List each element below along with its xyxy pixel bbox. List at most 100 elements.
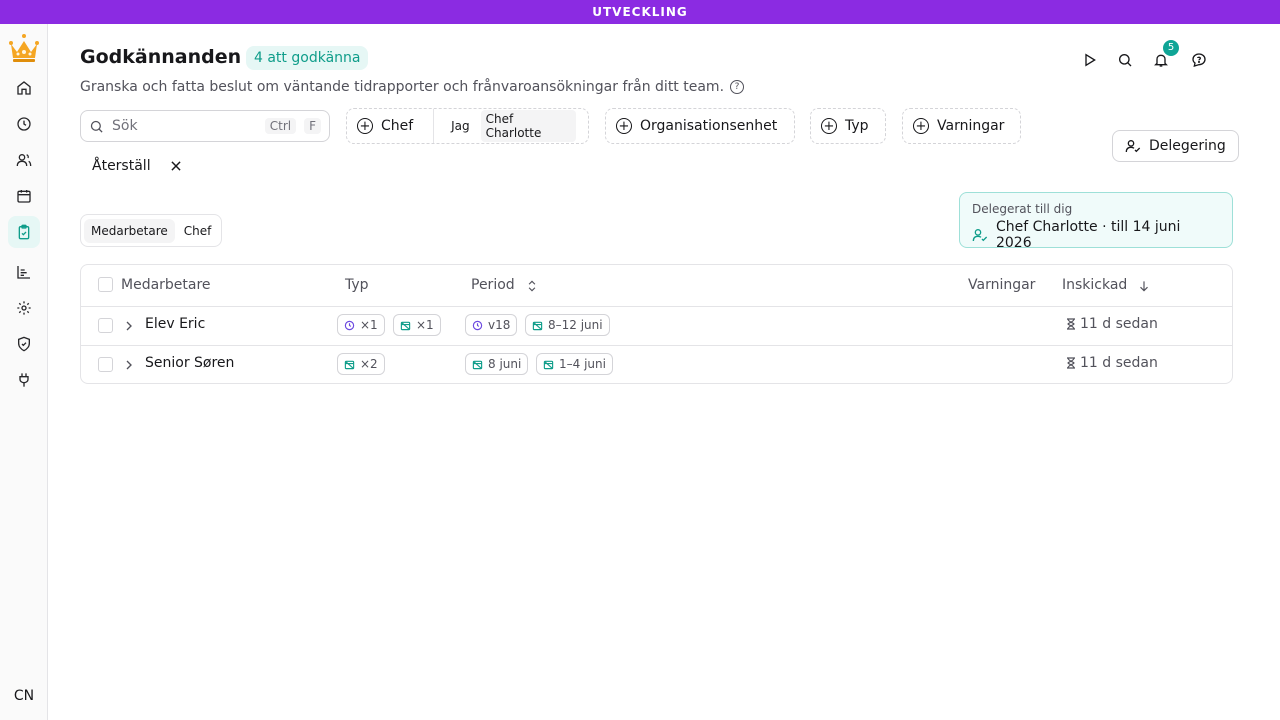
period-tag-label: 8 juni	[488, 357, 522, 371]
org-unit-filter-label: Organisationsenhet	[640, 118, 778, 134]
org-unit-filter-button[interactable]: + Organisationsenhet	[606, 109, 787, 143]
main-content: Godkännanden 4 att godkänna Granska och …	[48, 24, 1280, 720]
bar-chart-icon	[17, 266, 30, 279]
plus-circle-icon: +	[357, 118, 373, 134]
sidebar-item-integrations[interactable]	[8, 364, 40, 396]
column-header-employee: Medarbetare	[121, 277, 211, 293]
toggle-manager[interactable]: Chef	[177, 219, 219, 243]
submitted-cell: 11 d sedan	[1066, 355, 1158, 371]
chef-filter-button[interactable]: + Chef	[347, 109, 433, 143]
search-icon	[90, 120, 103, 133]
chef-filter-label: Chef	[381, 118, 414, 134]
help-icon[interactable]: ?	[730, 80, 745, 94]
type-filter-button[interactable]: + Typ	[811, 109, 879, 143]
sidebar-item-settings[interactable]	[8, 292, 40, 324]
chef-filter-chip[interactable]: + Chef Jag Chef Charlotte	[346, 108, 589, 144]
play-icon	[1085, 53, 1096, 67]
column-header-submitted-label: Inskickad	[1062, 277, 1128, 293]
chevron-right-icon[interactable]	[121, 318, 137, 334]
period-tag-dates: 1–4 juni	[536, 353, 613, 375]
type-tag-absence: ×1	[393, 314, 441, 336]
type-tag-label: ×1	[416, 318, 434, 332]
period-tag-dates: 8–12 juni	[525, 314, 610, 336]
type-tag-label: ×2	[360, 357, 378, 371]
clipboard-check-icon	[18, 224, 30, 240]
chef-option-selected[interactable]: Chef Charlotte	[480, 110, 576, 142]
calendar-off-icon	[532, 321, 543, 330]
home-icon	[17, 81, 31, 95]
period-tag-week: v18	[465, 314, 518, 336]
sidebar-item-time[interactable]	[8, 108, 40, 140]
clock-icon	[17, 117, 31, 131]
chevron-right-icon[interactable]	[121, 357, 137, 373]
warnings-filter-chip[interactable]: + Varningar	[902, 108, 1021, 144]
period-tag-dates: 8 juni	[465, 353, 529, 375]
gear-icon	[17, 301, 31, 315]
type-tag-absence: ×2	[337, 353, 385, 375]
search-field[interactable]: Ctrl F	[80, 110, 330, 142]
clock-icon	[472, 320, 483, 330]
type-filter-label: Typ	[845, 118, 869, 134]
page-title: Godkännanden	[80, 46, 242, 68]
warnings-filter-button[interactable]: + Varningar	[903, 109, 1014, 143]
search-input[interactable]	[112, 118, 257, 134]
page-subtitle: Granska och fatta beslut om väntande tid…	[80, 79, 745, 95]
view-toggle: Medarbetare Chef	[80, 214, 223, 247]
kbd-ctrl: Ctrl	[264, 118, 297, 134]
column-header-type: Typ	[345, 277, 369, 293]
user-check-icon	[1125, 140, 1141, 153]
sidebar-item-home[interactable]	[8, 72, 40, 104]
notification-count-badge: 5	[1163, 40, 1179, 56]
period-tag-label: 8–12 juni	[548, 318, 603, 332]
approvals-table: Medarbetare Typ Period Varningar Inskick…	[80, 264, 1233, 384]
help-chat-button[interactable]	[1187, 48, 1211, 72]
column-header-warnings: Varningar	[968, 277, 1036, 293]
sidebar-item-approvals[interactable]	[8, 216, 40, 248]
sort-updown-icon	[528, 280, 535, 291]
chat-help-icon	[1192, 53, 1206, 67]
period-tag-label: v18	[488, 318, 511, 332]
kbd-f: F	[304, 118, 321, 134]
notifications-button[interactable]: 5	[1149, 40, 1179, 72]
pending-count-badge: 4 att godkänna	[246, 46, 369, 70]
column-header-period[interactable]: Period	[471, 265, 539, 306]
select-all-checkbox[interactable]	[98, 277, 113, 292]
play-button[interactable]	[1078, 48, 1102, 72]
delegation-button[interactable]: Delegering	[1112, 130, 1239, 162]
environment-banner: UTVECKLING	[0, 0, 1280, 24]
toggle-employee[interactable]: Medarbetare	[84, 218, 175, 243]
type-tag-time: ×1	[337, 314, 385, 336]
column-header-submitted[interactable]: Inskickad	[1062, 265, 1151, 306]
warnings-filter-label: Varningar	[937, 118, 1005, 134]
sidebar: CN	[0, 24, 48, 720]
sidebar-item-security[interactable]	[8, 328, 40, 360]
calendar-off-icon	[344, 360, 355, 369]
delegation-button-label: Delegering	[1149, 138, 1226, 154]
calendar-off-icon	[400, 321, 411, 330]
sidebar-item-people[interactable]	[8, 144, 40, 176]
search-icon	[1119, 54, 1132, 67]
sidebar-item-calendar[interactable]	[8, 180, 40, 212]
crown-logo-icon[interactable]	[8, 32, 40, 64]
org-unit-filter-chip[interactable]: + Organisationsenhet	[605, 108, 795, 144]
hourglass-icon	[1067, 357, 1075, 369]
type-filter-chip[interactable]: + Typ	[810, 108, 886, 144]
reset-label: Återställ	[92, 158, 151, 174]
close-icon	[170, 161, 181, 171]
calendar-off-icon	[543, 360, 554, 369]
avatar[interactable]: CN	[8, 680, 40, 712]
row-checkbox[interactable]	[98, 318, 113, 333]
sidebar-item-reports[interactable]	[8, 256, 40, 288]
users-icon	[16, 154, 32, 167]
delegation-card-value: Chef Charlotte · till 14 juni 2026	[995, 219, 1181, 251]
reset-filters-button[interactable]: Återställ	[92, 158, 183, 174]
arrow-down-icon	[1140, 280, 1149, 291]
row-checkbox[interactable]	[98, 357, 113, 372]
period-tag-label: 1–4 juni	[559, 357, 606, 371]
chef-option-me[interactable]: Jag	[446, 117, 475, 135]
shield-check-icon	[18, 336, 30, 352]
employee-name: Elev Eric	[145, 316, 206, 332]
page-subtitle-text: Granska och fatta beslut om väntande tid…	[80, 79, 725, 95]
search-button[interactable]	[1113, 48, 1137, 72]
header-divider	[81, 306, 1232, 307]
